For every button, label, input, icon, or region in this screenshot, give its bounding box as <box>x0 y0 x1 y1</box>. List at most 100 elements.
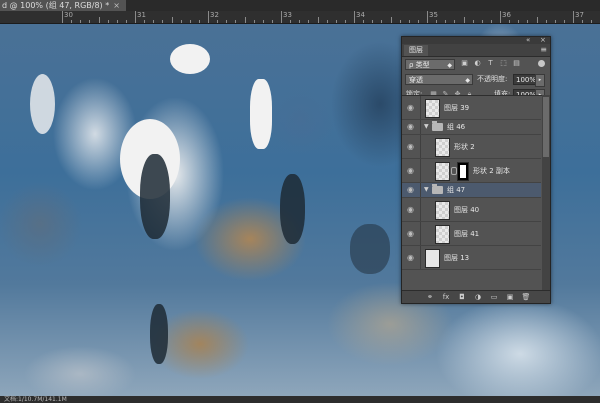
visibility-eye-icon[interactable]: ◉ <box>402 96 421 119</box>
dropdown-arrow-icon: ◆ <box>465 77 470 84</box>
folder-icon <box>432 121 443 131</box>
visibility-eye-icon[interactable]: ◉ <box>402 183 421 197</box>
ruler-tick <box>318 17 319 23</box>
ruler-tick <box>217 20 218 23</box>
layer-row[interactable]: ◉ 图层 40 <box>402 198 541 222</box>
layer-group-row[interactable]: ◉ ▼ 组 46 <box>402 120 541 135</box>
shape-filter-icon[interactable]: ⬚ <box>499 59 508 68</box>
adjustment-icon[interactable]: ◑ <box>473 292 483 302</box>
add-mask-icon[interactable]: ◘ <box>457 292 467 302</box>
ruler-tick <box>327 20 328 23</box>
ruler-label: 37 <box>575 11 584 19</box>
filter-row: ρ 类型 ◆ ▣ ◐ T ⬚ ▤ <box>402 57 550 72</box>
ruler-tick <box>135 11 136 23</box>
visibility-eye-icon[interactable]: ◉ <box>402 198 421 221</box>
layer-name: 组 46 <box>447 123 466 131</box>
group-expand-icon[interactable]: ▼ <box>424 122 429 132</box>
close-document-icon[interactable]: × <box>113 1 120 10</box>
new-layer-icon[interactable]: ▣ <box>505 292 515 302</box>
ruler-tick <box>172 17 173 23</box>
ruler-tick <box>299 20 300 23</box>
visibility-eye-icon[interactable]: ◉ <box>402 222 421 245</box>
ruler-tick <box>281 11 282 23</box>
panel-footer: ⚭ fx ◘ ◑ ▭ ▣ 🗑 <box>402 290 550 303</box>
layer-row[interactable]: ◉ 图层 13 <box>402 246 541 270</box>
layer-row[interactable]: ◉ 形状 2 副本 <box>402 159 541 183</box>
layer-row[interactable]: ◉ 图层 39 <box>402 96 541 120</box>
ruler-tick <box>372 20 373 23</box>
visibility-eye-icon[interactable]: ◉ <box>402 120 421 134</box>
ruler-tick <box>482 20 483 23</box>
ruler-tick <box>427 11 428 23</box>
ruler-tick <box>345 20 346 23</box>
ruler-tick <box>381 20 382 23</box>
layer-name: 图层 39 <box>444 104 470 112</box>
ruler-label: 31 <box>137 11 146 19</box>
blend-mode-dropdown[interactable]: 穿透 ◆ <box>405 74 473 85</box>
ruler-tick <box>235 20 236 23</box>
panel-title-bar[interactable]: « × <box>402 36 550 44</box>
ruler-tick <box>555 20 556 23</box>
ruler-tick <box>354 11 355 23</box>
close-panel-icon[interactable]: × <box>540 36 546 44</box>
layer-group-row[interactable]: ◉ ▼ 组 47 <box>402 183 541 198</box>
layer-name: 图层 13 <box>444 254 470 262</box>
scrollbar-thumb[interactable] <box>543 97 549 157</box>
ruler-tick <box>391 17 392 23</box>
blend-mode-value: 穿透 <box>409 76 423 84</box>
tab-layers[interactable]: 图层 <box>404 45 428 56</box>
layer-name: 图层 41 <box>454 230 480 238</box>
ruler-tick <box>117 20 118 23</box>
ruler-tick <box>400 20 401 23</box>
layers-panel: « × 图层 ≡ ρ 类型 ◆ ▣ ◐ T ⬚ ▤ 穿透 ◆ 不透明度: 100% ▸… <box>401 36 551 304</box>
panel-tab-row: 图层 ≡ <box>402 44 550 57</box>
ruler-tick <box>537 17 538 23</box>
link-layers-icon[interactable]: ⚭ <box>425 292 435 302</box>
document-tab[interactable]: d @ 100% (组 47, RGB/8) * × <box>0 0 126 11</box>
text-filter-icon[interactable]: T <box>486 59 495 68</box>
layer-row[interactable]: ◉ 形状 2 <box>402 135 541 159</box>
filter-type-dropdown[interactable]: ρ 类型 ◆ <box>405 59 455 70</box>
ruler-tick <box>445 20 446 23</box>
ruler-tick <box>144 20 145 23</box>
fx-icon[interactable]: fx <box>441 292 451 302</box>
paint-splash <box>30 74 55 134</box>
ruler-tick <box>199 20 200 23</box>
collapse-panel-icon[interactable]: « <box>526 36 530 44</box>
ruler-tick <box>464 17 465 23</box>
status-bar: 文档:1/10.7M/141.1M <box>0 396 600 403</box>
smart-object-filter-icon[interactable]: ▤ <box>512 59 521 68</box>
layer-thumbnail <box>435 138 450 157</box>
visibility-eye-icon[interactable]: ◉ <box>402 135 421 158</box>
ruler-tick <box>491 20 492 23</box>
horizontal-ruler: 30 31 32 33 34 35 36 37 <box>0 11 600 24</box>
document-title: d @ 100% (组 47, RGB/8) * <box>2 1 110 10</box>
layer-list-scrollbar[interactable] <box>542 95 550 291</box>
layer-mask-thumbnail[interactable] <box>457 162 469 181</box>
ruler-tick <box>336 20 337 23</box>
ruler-tick <box>527 20 528 23</box>
ruler-tick <box>582 20 583 23</box>
ruler-tick <box>546 20 547 23</box>
new-group-icon[interactable]: ▭ <box>489 292 499 302</box>
blend-row: 穿透 ◆ 不透明度: 100% ▸ <box>402 72 550 87</box>
paint-drip <box>280 174 305 244</box>
layer-row[interactable]: ◉ 图层 41 <box>402 222 541 246</box>
document-tab-bar: d @ 100% (组 47, RGB/8) * × <box>0 0 600 11</box>
layer-thumbnail <box>435 225 450 244</box>
ruler-tick <box>162 20 163 23</box>
dropdown-arrow-icon: ◆ <box>447 62 452 69</box>
opacity-arrow-icon[interactable]: ▸ <box>535 74 545 87</box>
group-expand-icon[interactable]: ▼ <box>424 185 429 195</box>
visibility-eye-icon[interactable]: ◉ <box>402 246 421 269</box>
image-filter-icon[interactable]: ▣ <box>460 59 469 68</box>
ruler-label: 34 <box>356 11 365 19</box>
ruler-tick <box>263 20 264 23</box>
visibility-eye-icon[interactable]: ◉ <box>402 159 421 182</box>
filter-toggle-icon[interactable] <box>538 60 545 67</box>
opacity-field[interactable]: 100% ▸ <box>513 74 545 87</box>
ruler-tick <box>99 17 100 23</box>
panel-menu-icon[interactable]: ≡ <box>540 44 547 56</box>
adjustment-filter-icon[interactable]: ◐ <box>473 59 482 68</box>
delete-icon[interactable]: 🗑 <box>521 292 531 302</box>
